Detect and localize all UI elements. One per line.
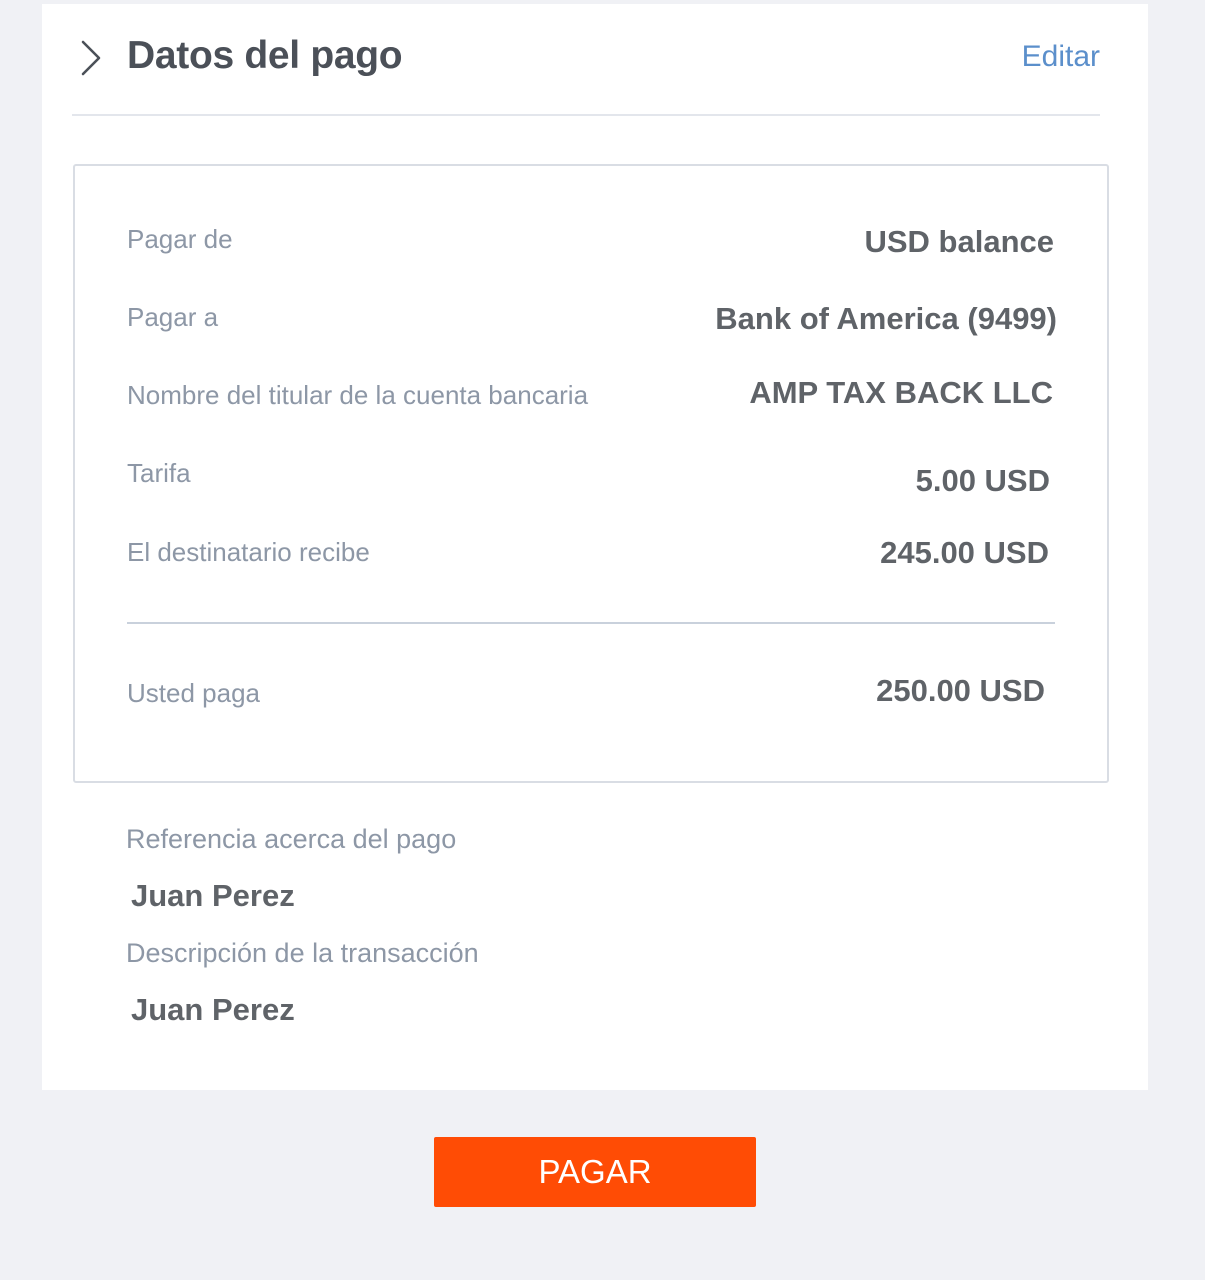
pay-button[interactable]: PAGAR: [434, 1137, 756, 1207]
edit-link[interactable]: Editar: [1022, 40, 1100, 74]
recipient-receives-value: 245.00 USD: [880, 535, 1049, 570]
transaction-description-value: Juan Perez: [131, 992, 295, 1027]
total-label: Usted paga: [127, 678, 260, 708]
pay-to-label: Pagar a: [127, 302, 219, 332]
pay-from-value: USD balance: [864, 224, 1054, 259]
section-header: Datos del pago Editar: [72, 4, 1100, 116]
payment-reference-value: Juan Perez: [131, 878, 295, 913]
fee-value: 5.00 USD: [915, 463, 1050, 498]
fee-label: Tarifa: [127, 458, 191, 488]
account-holder-value: AMP TAX BACK LLC: [749, 375, 1053, 410]
total-value: 250.00 USD: [876, 673, 1045, 708]
pay-to-value: Bank of America (9499): [715, 301, 1057, 336]
account-holder-label: Nombre del titular de la cuenta bancaria: [127, 380, 589, 410]
pay-from-label: Pagar de: [127, 224, 233, 254]
recipient-receives-label: El destinatario recibe: [127, 537, 370, 567]
summary-divider: [127, 622, 1055, 624]
payment-reference-label: Referencia acerca del pago: [126, 824, 457, 854]
page-title: Datos del pago: [127, 34, 403, 77]
chevron-right-icon[interactable]: [78, 38, 104, 78]
payment-summary-box: Pagar de USD balance Pagar a Bank of Ame…: [73, 164, 1109, 783]
transaction-description-label: Descripción de la transacción: [126, 938, 479, 968]
payment-details-card: Datos del pago Editar Pagar de USD balan…: [42, 4, 1148, 1090]
